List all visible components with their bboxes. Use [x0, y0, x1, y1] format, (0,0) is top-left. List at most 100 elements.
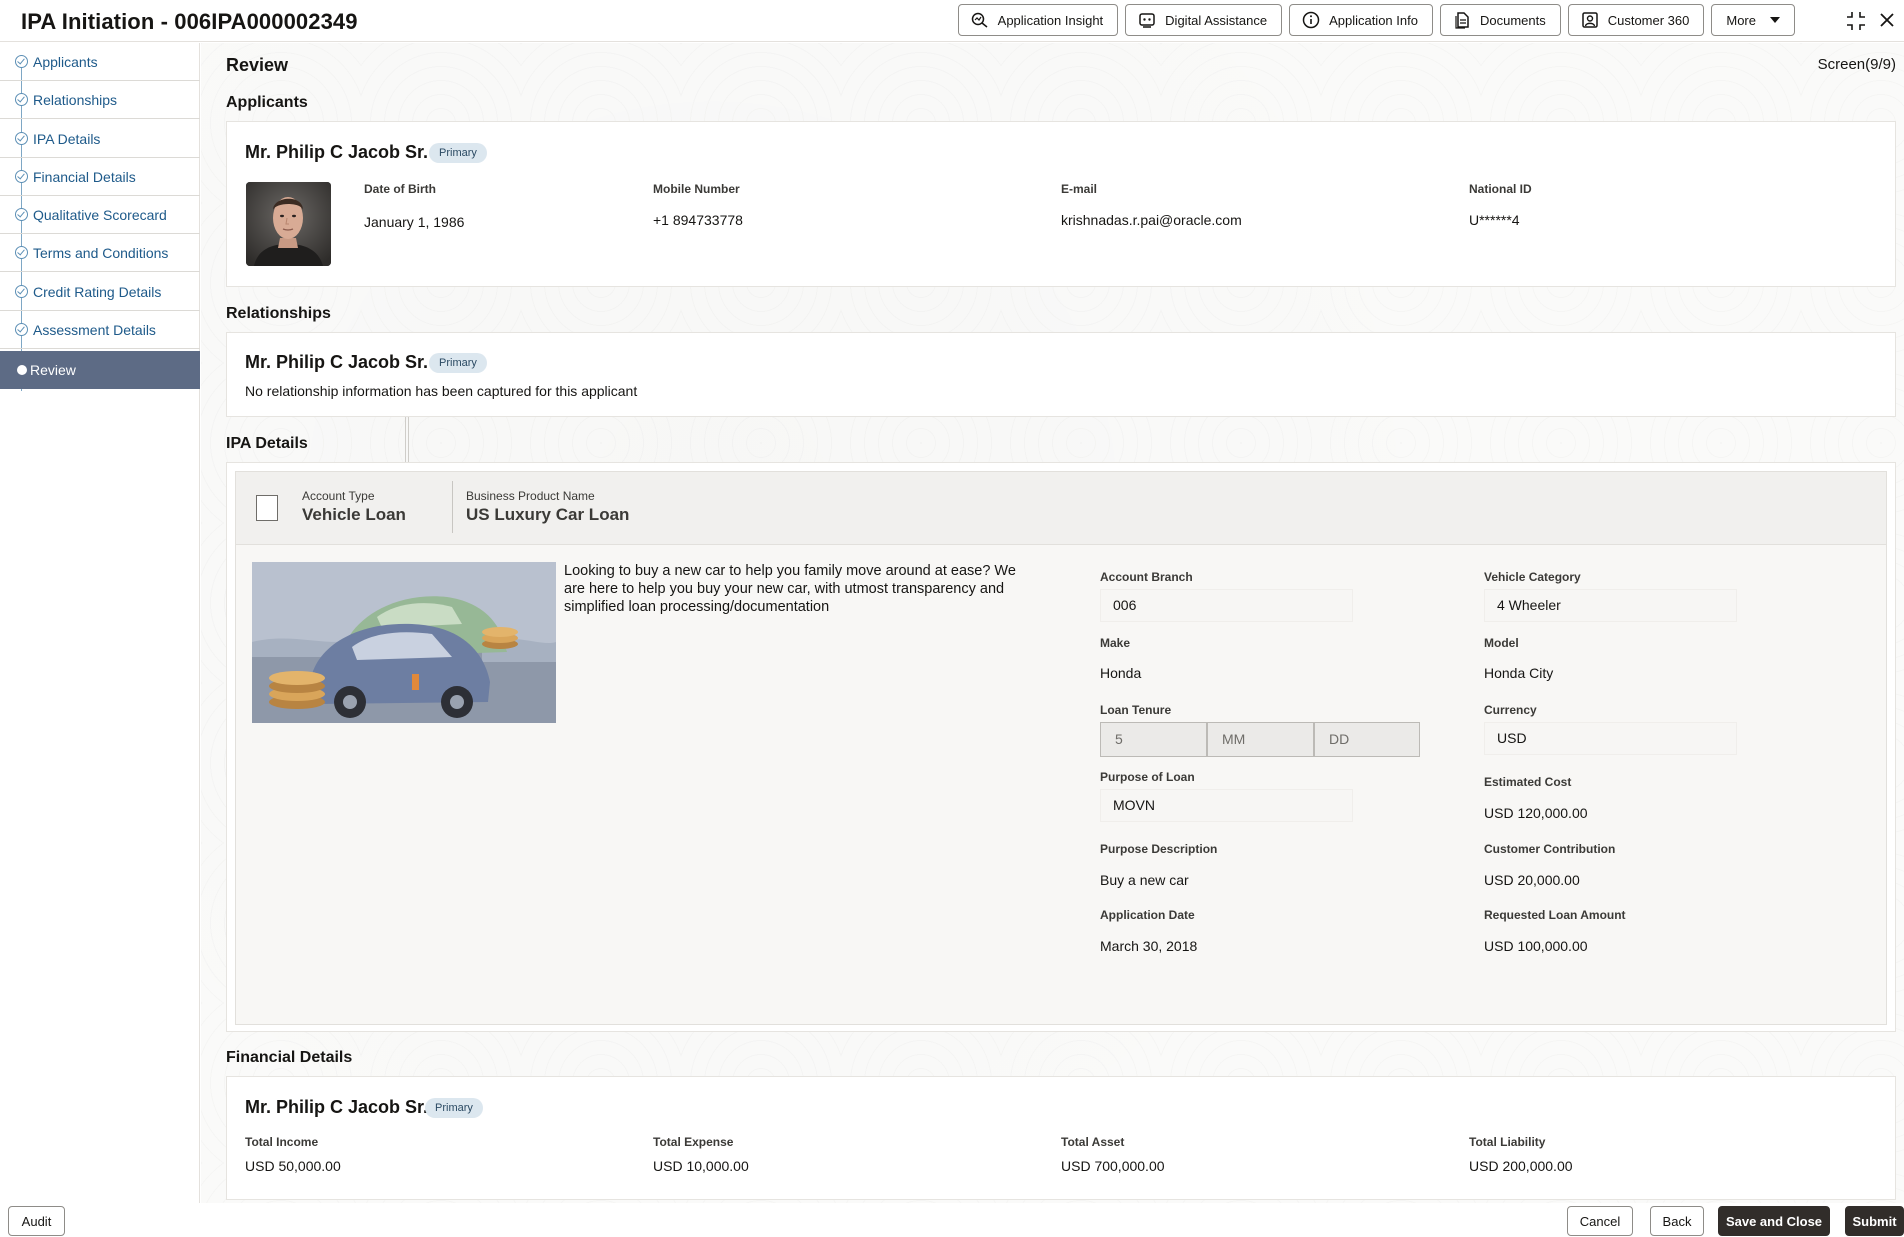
save-and-close-button[interactable]: Save and Close: [1718, 1206, 1830, 1236]
documents-label: Documents: [1479, 12, 1546, 28]
status-badge: Primary: [429, 143, 487, 163]
financial-section-title: Financial Details: [226, 1049, 353, 1066]
applicant-card: Mr. Philip C Jacob Sr. Primary Date of B…: [226, 121, 1896, 287]
loan-tenure-label: Loan Tenure: [1100, 703, 1172, 717]
loan-tenure-months-input[interactable]: MM: [1207, 722, 1314, 757]
product-header: Account Type Vehicle Loan Business Produ…: [235, 471, 1887, 545]
avatar: [246, 182, 331, 266]
sidebar-item-credit-rating-details[interactable]: Credit Rating Details: [0, 273, 200, 311]
purpose-description-label: Purpose Description: [1100, 842, 1218, 856]
vehicle-category-field: 4 Wheeler: [1484, 589, 1737, 622]
current-step-icon: [17, 365, 27, 375]
product-name-value: US Luxury Car Loan: [466, 505, 630, 524]
application-insight-label: Application Insight: [997, 12, 1104, 28]
sidebar-item-qualitative-scorecard[interactable]: Qualitative Scorecard: [0, 196, 200, 234]
mobile-value: +1 894733778: [653, 212, 743, 228]
sidebar-item-label: Credit Rating Details: [33, 283, 162, 300]
app-header: IPA Initiation - 006IPA000002349 Applica…: [0, 0, 1904, 42]
vehicle-loan-image: [252, 562, 556, 723]
sidebar-item-label: Financial Details: [33, 168, 136, 185]
account-type-label: Account Type: [302, 489, 375, 503]
screen-counter: Screen(9/9): [1817, 56, 1896, 73]
page-title: Review: [226, 55, 289, 75]
documents-button[interactable]: Documents: [1439, 4, 1561, 36]
purpose-label: Purpose of Loan: [1100, 770, 1195, 784]
insight-icon: [971, 12, 988, 28]
submit-button[interactable]: Submit: [1845, 1206, 1904, 1236]
application-insight-button[interactable]: Application Insight: [957, 4, 1119, 36]
loan-tenure-years-input[interactable]: 5: [1100, 722, 1207, 757]
customer-contribution-value: USD 20,000.00: [1484, 872, 1580, 888]
total-liability-label: Total Liability: [1469, 1135, 1546, 1149]
estimated-cost-label: Estimated Cost: [1484, 775, 1572, 789]
total-asset-label: Total Asset: [1061, 1135, 1125, 1149]
purpose-field: MOVN: [1100, 789, 1353, 822]
application-info-label: Application Info: [1329, 12, 1418, 28]
email-label: E-mail: [1061, 182, 1098, 196]
national-id-value: U******4: [1469, 212, 1520, 228]
product-name-label: Business Product Name: [466, 489, 595, 503]
financial-applicant-name: Mr. Philip C Jacob Sr.: [245, 1097, 429, 1117]
sidebar-item-terms-and-conditions[interactable]: Terms and Conditions: [0, 234, 200, 272]
total-liability-value: USD 200,000.00: [1469, 1158, 1573, 1174]
purpose-description-value: Buy a new car: [1100, 872, 1189, 888]
application-info-button[interactable]: Application Info: [1289, 4, 1433, 36]
sidebar-item-label: Qualitative Scorecard: [33, 206, 167, 223]
product-checkbox[interactable]: [256, 495, 278, 521]
sidebar-item-ipa-details[interactable]: IPA Details: [0, 120, 200, 158]
sidebar-item-review[interactable]: Review: [0, 351, 200, 389]
check-circle-icon: [15, 246, 28, 259]
total-expense-label: Total Expense: [653, 1135, 734, 1149]
relationships-section-title: Relationships: [226, 305, 331, 322]
total-asset-value: USD 700,000.00: [1061, 1158, 1165, 1174]
loan-tenure-days-input[interactable]: DD: [1314, 722, 1420, 757]
digital-assistance-label: Digital Assistance: [1165, 12, 1268, 28]
check-circle-icon: [15, 93, 28, 106]
ipa-details-card: Account Type Vehicle Loan Business Produ…: [226, 462, 1896, 1032]
footer-toolbar: Audit Cancel Back Save and Close Submit: [0, 1203, 1904, 1237]
ipa-section-title: IPA Details: [226, 435, 308, 452]
more-menu-button[interactable]: More: [1711, 4, 1795, 36]
relationship-applicant-name: Mr. Philip C Jacob Sr.: [245, 352, 429, 372]
vehicle-category-label: Vehicle Category: [1484, 570, 1581, 584]
mobile-label: Mobile Number: [653, 182, 740, 196]
model-value: Honda City: [1484, 665, 1554, 681]
requested-loan-amount-value: USD 100,000.00: [1484, 938, 1588, 954]
info-icon: [1302, 11, 1320, 29]
documents-icon: [1455, 12, 1469, 29]
account-branch-label: Account Branch: [1100, 570, 1193, 584]
sidebar-item-relationships[interactable]: Relationships: [0, 81, 200, 119]
sidebar-item-label: Terms and Conditions: [33, 244, 169, 261]
check-circle-icon: [15, 323, 28, 336]
currency-label: Currency: [1484, 703, 1537, 717]
currency-field: USD: [1484, 722, 1737, 755]
sidebar-item-label: Applicants: [33, 53, 98, 70]
check-circle-icon: [15, 285, 28, 298]
dob-label: Date of Birth: [364, 182, 436, 196]
chevron-down-icon: [1770, 17, 1780, 23]
more-label: More: [1726, 12, 1756, 28]
sidebar-item-applicants[interactable]: Applicants: [0, 43, 200, 81]
train-stop-sidebar: Applicants Relationships IPA Details Fin…: [0, 43, 200, 1203]
audit-button[interactable]: Audit: [8, 1206, 65, 1236]
total-income-value: USD 50,000.00: [245, 1158, 341, 1174]
product-details: Looking to buy a new car to help you fam…: [235, 545, 1887, 1025]
applicant-name: Mr. Philip C Jacob Sr.: [245, 142, 429, 162]
back-button[interactable]: Back: [1650, 1206, 1704, 1236]
close-icon[interactable]: [1878, 11, 1896, 32]
total-expense-value: USD 10,000.00: [653, 1158, 749, 1174]
relationship-card: Mr. Philip C Jacob Sr. Primary No relati…: [226, 332, 1896, 417]
assistant-icon: [1139, 13, 1155, 28]
sidebar-item-assessment-details[interactable]: Assessment Details: [0, 311, 200, 349]
sidebar-item-financial-details[interactable]: Financial Details: [0, 158, 200, 196]
sidebar-item-label: Review: [30, 362, 76, 378]
email-value: krishnadas.r.pai@oracle.com: [1061, 212, 1242, 228]
customer-360-button[interactable]: Customer 360: [1567, 4, 1705, 36]
digital-assistance-button[interactable]: Digital Assistance: [1125, 4, 1283, 36]
customer-icon: [1581, 12, 1598, 28]
collapse-icon[interactable]: [1845, 10, 1867, 35]
page-header-title: IPA Initiation - 006IPA000002349: [21, 9, 358, 34]
financial-card: Mr. Philip C Jacob Sr. Primary Total Inc…: [226, 1076, 1896, 1200]
check-circle-icon: [15, 132, 28, 145]
cancel-button[interactable]: Cancel: [1567, 1206, 1633, 1236]
